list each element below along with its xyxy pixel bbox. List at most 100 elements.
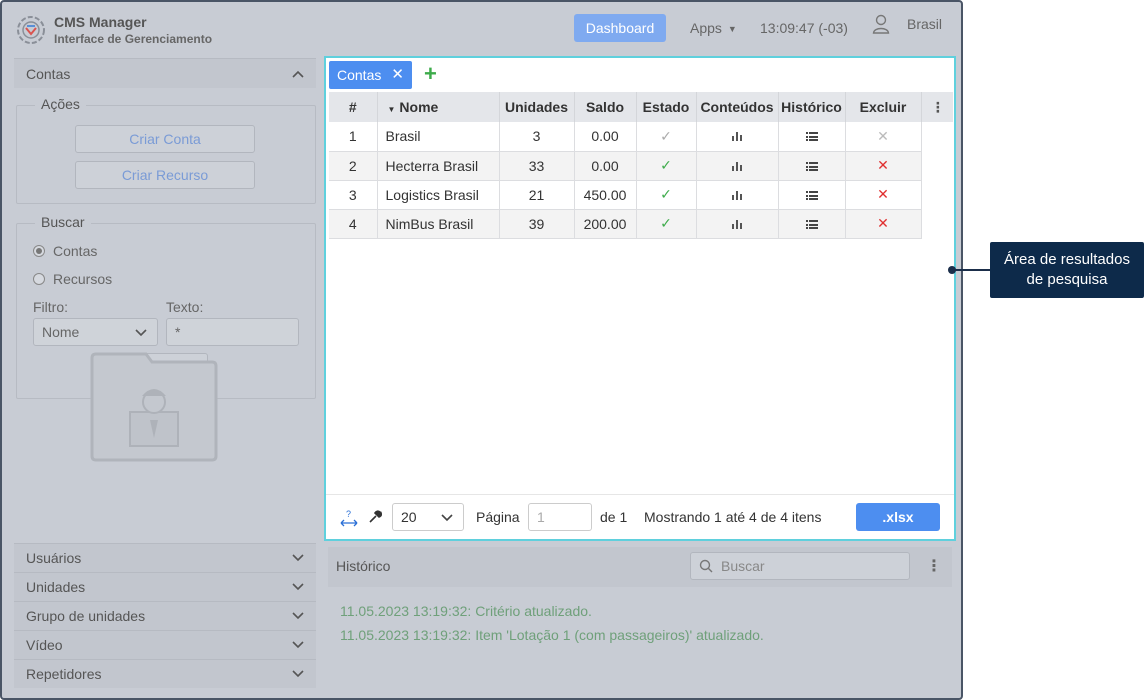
per-page-select[interactable]: 20 <box>392 503 464 531</box>
radio-unchecked-icon <box>33 273 45 285</box>
create-account-button[interactable]: Criar Conta <box>75 125 255 153</box>
filter-label: Filtro: <box>33 299 68 315</box>
chevron-down-icon <box>292 583 304 591</box>
history-entry: 11.05.2023 13:19:32: Item 'Lotação 1 (co… <box>340 627 764 643</box>
accounts-section-header[interactable]: Contas <box>14 58 316 88</box>
row-balance: 450.00 <box>574 180 637 210</box>
check-icon[interactable]: ✓ <box>660 215 672 231</box>
row-contents <box>696 180 779 210</box>
table-row[interactable]: 3 Logistics Brasil 21 450.00 ✓ ✕ <box>329 180 953 210</box>
repeaters-section-header[interactable]: Repetidores <box>14 659 316 688</box>
history-menu-icon[interactable]: ⋮ <box>926 556 942 576</box>
wrench-icon[interactable] <box>368 510 382 524</box>
radio-resources[interactable]: Recursos <box>33 271 112 287</box>
video-section-header[interactable]: Vídeo <box>14 630 316 659</box>
account-folder-icon <box>90 352 218 462</box>
unit-groups-section-header[interactable]: Grupo de unidades <box>14 601 316 630</box>
table-row[interactable]: 2 Hecterra Brasil 33 0.00 ✓ ✕ <box>329 151 953 181</box>
caret-down-icon: ▼ <box>727 24 737 34</box>
showing-count: Mostrando 1 até 4 de 4 itens <box>644 509 822 525</box>
text-input[interactable]: * <box>166 318 299 346</box>
results-footer: ? 20 Página 1 de 1 Mostrando 1 até 4 de … <box>326 494 954 539</box>
row-number: 4 <box>329 209 378 239</box>
row-state: ✓ <box>636 151 697 181</box>
user-icon[interactable] <box>872 14 890 34</box>
history-search-input[interactable]: Buscar <box>690 552 910 580</box>
search-results-panel: Contas ✕ + # ▼ Nome Unidades Saldo Estado… <box>324 56 956 541</box>
check-icon[interactable]: ✓ <box>660 186 672 202</box>
units-section-header[interactable]: Unidades <box>14 572 316 601</box>
row-spacer <box>921 209 953 238</box>
col-units[interactable]: Unidades <box>499 92 575 122</box>
create-resource-button[interactable]: Criar Recurso <box>75 161 255 189</box>
radio-resources-label: Recursos <box>53 271 113 287</box>
row-delete: ✕ <box>845 209 922 239</box>
page-input[interactable]: 1 <box>528 503 592 531</box>
repeaters-section-title: Repetidores <box>26 666 102 682</box>
export-xlsx-button[interactable]: .xlsx <box>856 503 940 531</box>
apps-menu[interactable]: Apps ▼ <box>690 20 737 36</box>
list-icon[interactable] <box>805 161 818 171</box>
bar-chart-icon[interactable] <box>731 131 743 142</box>
per-page-value: 20 <box>401 509 417 525</box>
column-menu-icon[interactable]: ⋮ <box>921 92 953 122</box>
radio-checked-icon <box>33 245 45 257</box>
gear-logo-icon <box>17 16 45 44</box>
users-section-title: Usuários <box>26 550 82 566</box>
accounts-section-title: Contas <box>26 65 71 82</box>
users-section-header[interactable]: Usuários <box>14 543 316 572</box>
delete-icon[interactable]: ✕ <box>877 157 889 173</box>
callout-label: Área de resultados de pesquisa <box>990 242 1144 298</box>
delete-icon[interactable]: ✕ <box>877 186 889 202</box>
list-icon[interactable] <box>805 131 818 142</box>
bar-chart-icon[interactable] <box>731 190 743 200</box>
history-bar: Histórico Buscar ⋮ <box>328 547 952 587</box>
table-row[interactable]: 4 NimBus Brasil 39 200.00 ✓ ✕ <box>329 209 953 239</box>
row-contents <box>696 151 779 181</box>
list-icon[interactable] <box>805 190 818 200</box>
svg-text:?: ? <box>346 509 351 519</box>
row-spacer <box>921 151 953 180</box>
clock: 13:09:47 (-03) <box>760 20 848 36</box>
filter-select[interactable]: Nome <box>33 318 158 346</box>
app-subtitle: Interface de Gerenciamento <box>54 32 213 46</box>
radio-accounts[interactable]: Contas <box>33 243 97 259</box>
col-state[interactable]: Estado <box>636 92 697 122</box>
check-icon[interactable]: ✓ <box>660 157 672 173</box>
row-delete: ✕ <box>845 151 922 181</box>
col-contents: Conteúdos <box>696 92 779 122</box>
row-balance: 0.00 <box>574 151 637 181</box>
tab-accounts[interactable]: Contas ✕ <box>329 61 412 89</box>
table-row[interactable]: 1 Brasil 3 0.00 ✓ ✕ <box>329 122 953 152</box>
row-name: Brasil <box>377 122 500 152</box>
col-name[interactable]: ▼ Nome <box>377 92 500 122</box>
table-header-row: # ▼ Nome Unidades Saldo Estado Conteúdos … <box>329 92 953 122</box>
search-icon <box>699 559 713 573</box>
row-spacer <box>921 180 953 209</box>
check-icon[interactable]: ✓ <box>660 128 672 144</box>
row-state: ✓ <box>636 209 697 239</box>
delete-icon[interactable]: ✕ <box>877 128 889 144</box>
delete-icon[interactable]: ✕ <box>877 215 889 231</box>
add-tab-icon[interactable]: + <box>424 62 437 86</box>
bar-chart-icon[interactable] <box>731 161 743 171</box>
close-icon[interactable]: ✕ <box>391 61 404 89</box>
bar-chart-icon[interactable] <box>731 219 743 229</box>
user-name[interactable]: Brasil <box>907 16 942 32</box>
history-search-placeholder: Buscar <box>721 558 765 574</box>
chevron-down-icon <box>135 329 147 337</box>
row-name: NimBus Brasil <box>377 209 500 239</box>
list-icon[interactable] <box>805 219 818 229</box>
col-balance[interactable]: Saldo <box>574 92 637 122</box>
bottom-accordion: Usuários Unidades Grupo de unidades Víde… <box>14 543 316 688</box>
dashboard-button[interactable]: Dashboard <box>574 14 666 42</box>
app-window: CMS Manager Interface de Gerenciamento D… <box>0 0 963 700</box>
page-total: de 1 <box>600 509 628 525</box>
header: CMS Manager Interface de Gerenciamento D… <box>2 2 961 56</box>
row-name: Hecterra Brasil <box>377 151 500 181</box>
row-number: 3 <box>329 180 378 210</box>
row-balance: 200.00 <box>574 209 637 239</box>
row-state: ✓ <box>636 122 697 152</box>
autosize-columns-icon[interactable]: ? <box>340 509 358 527</box>
callout-line-2: de pesquisa <box>1026 271 1108 288</box>
